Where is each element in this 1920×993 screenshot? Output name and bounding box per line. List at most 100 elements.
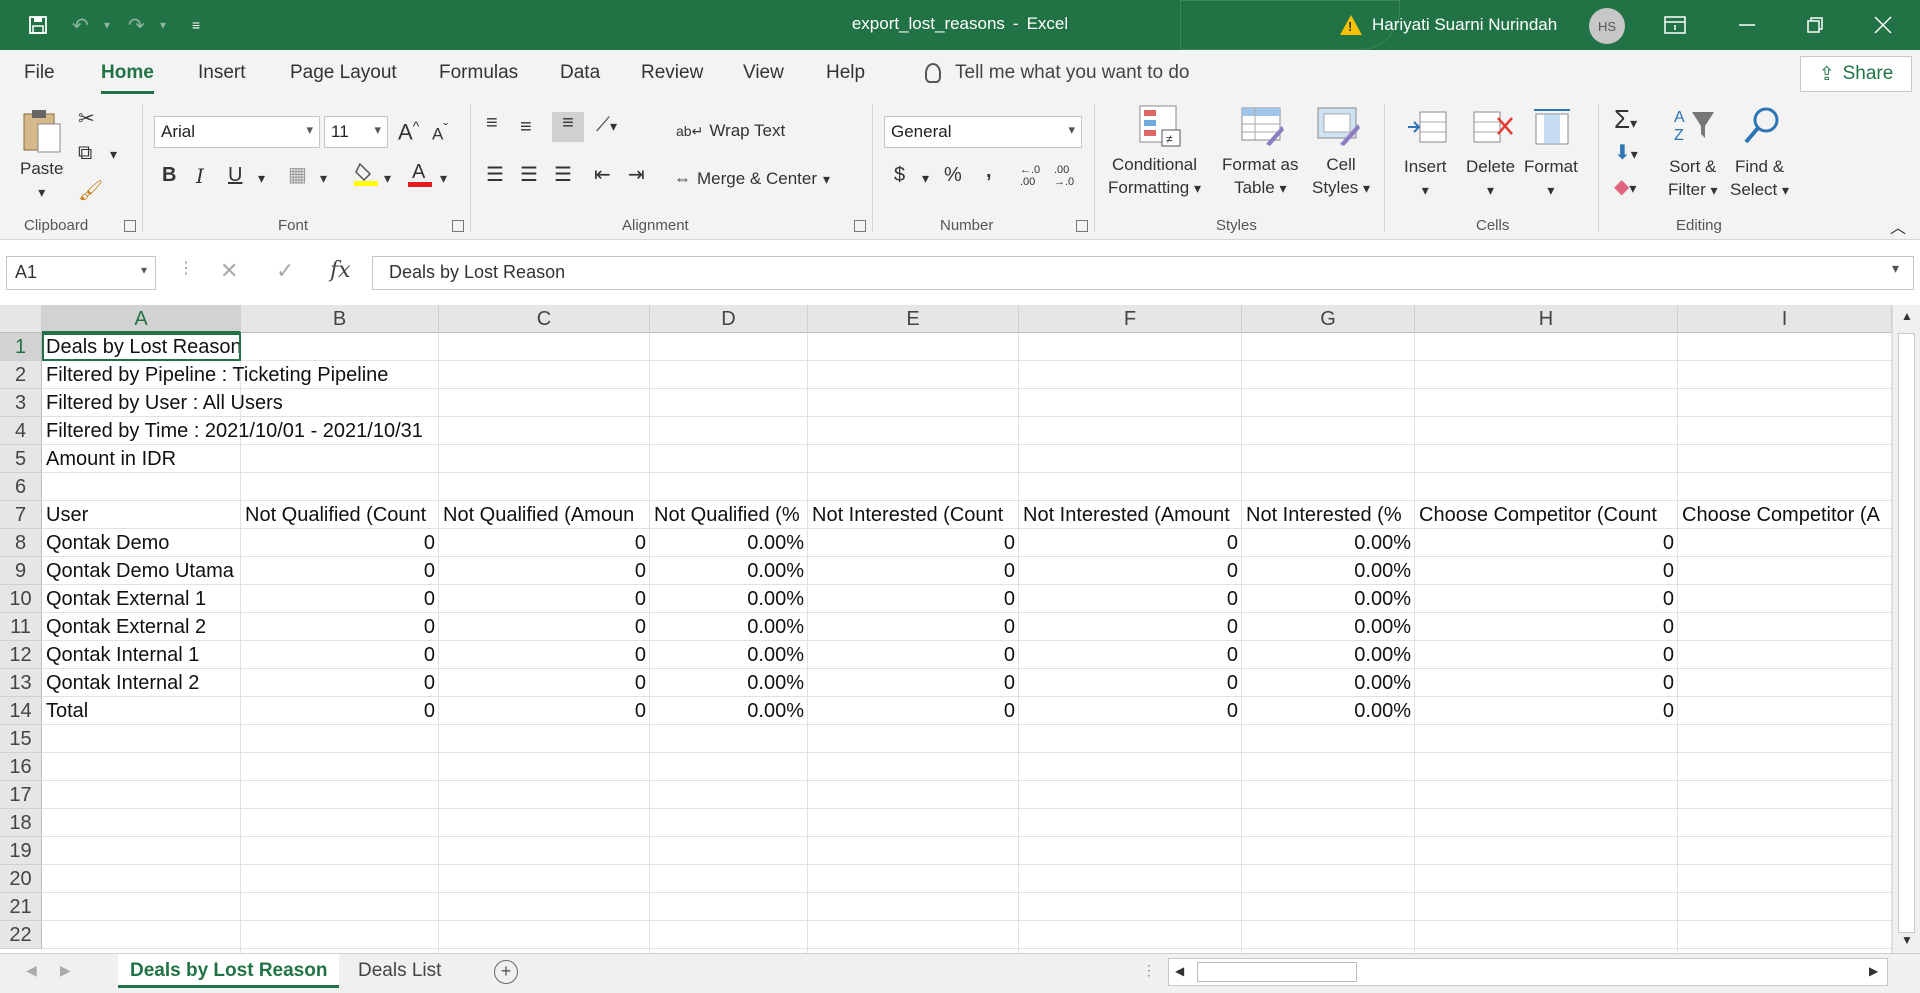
underline-dropdown-icon[interactable]: ▾ bbox=[258, 170, 265, 187]
cell-amount-note[interactable]: Amount in IDR bbox=[42, 445, 241, 473]
clear-icon[interactable]: ◆▾ bbox=[1614, 174, 1636, 199]
tab-data[interactable]: Data bbox=[560, 62, 600, 84]
cell-value[interactable]: 0 bbox=[1415, 669, 1678, 697]
cell-value[interactable]: 0 bbox=[808, 669, 1019, 697]
cell-value[interactable]: 0 bbox=[1019, 641, 1242, 669]
cell-column-header[interactable]: Not Qualified (Amoun bbox=[439, 501, 650, 529]
borders-dropdown-icon[interactable]: ▾ bbox=[320, 170, 327, 187]
cell-value[interactable]: 0 bbox=[1019, 529, 1242, 557]
row-header[interactable]: 8 bbox=[0, 529, 42, 557]
scroll-down-icon[interactable]: ▼ bbox=[1901, 933, 1913, 947]
row-header[interactable]: 15 bbox=[0, 725, 42, 753]
orientation-icon[interactable]: ⟋▾ bbox=[596, 114, 617, 137]
avatar[interactable]: HS bbox=[1589, 8, 1625, 44]
cell-value[interactable]: 0.00% bbox=[1242, 697, 1415, 725]
decrease-indent-icon[interactable]: ⇤ bbox=[594, 162, 611, 187]
minimize-icon[interactable] bbox=[1738, 12, 1756, 38]
cell-value[interactable]: 0.00% bbox=[1242, 557, 1415, 585]
middle-align-icon[interactable]: ≡ bbox=[520, 116, 532, 139]
tab-formulas[interactable]: Formulas bbox=[439, 62, 518, 84]
bottom-align-icon[interactable]: ≡ bbox=[552, 112, 584, 142]
row-header[interactable]: 18 bbox=[0, 809, 42, 837]
number-launcher-icon[interactable] bbox=[1076, 220, 1088, 232]
decrease-decimal-icon[interactable]: .00 →.0 bbox=[1054, 164, 1074, 188]
insert-cells-button[interactable]: Insert ▾ bbox=[1404, 156, 1447, 202]
formula-input[interactable]: Deals by Lost Reason bbox=[372, 256, 1914, 290]
row-header[interactable]: 5 bbox=[0, 445, 42, 473]
cell-column-header[interactable]: Not Interested (Count bbox=[808, 501, 1019, 529]
horizontal-scrollbar[interactable]: ◀ ▶ bbox=[1168, 958, 1888, 986]
sheet-tab-deals-list[interactable]: Deals List bbox=[346, 954, 453, 988]
cell-filter-time[interactable]: Filtered by Time : 2021/10/01 - 2021/10/… bbox=[42, 417, 423, 445]
cell-value[interactable]: 0 bbox=[1019, 669, 1242, 697]
ribbon-display-icon[interactable] bbox=[1664, 12, 1686, 38]
scroll-right-icon[interactable]: ▶ bbox=[1869, 964, 1878, 978]
cell-value[interactable]: 0 bbox=[439, 585, 650, 613]
currency-dropdown-icon[interactable]: ▾ bbox=[922, 170, 929, 187]
top-align-icon[interactable]: ≡ bbox=[486, 112, 498, 135]
cell-value[interactable]: 0 bbox=[808, 641, 1019, 669]
cell-value[interactable]: 0 bbox=[808, 697, 1019, 725]
cell-value[interactable]: 0 bbox=[1415, 641, 1678, 669]
row-header[interactable]: 4 bbox=[0, 417, 42, 445]
restore-icon[interactable] bbox=[1806, 12, 1824, 38]
cell-user-name[interactable]: Qontak Demo Utama bbox=[42, 557, 241, 585]
cell-value[interactable]: 0 bbox=[241, 641, 439, 669]
cell-value[interactable]: 0 bbox=[808, 613, 1019, 641]
cell-value[interactable]: 0 bbox=[439, 557, 650, 585]
cell-value[interactable]: 0 bbox=[439, 669, 650, 697]
cell-value[interactable]: 0 bbox=[1415, 557, 1678, 585]
format-cells-button[interactable]: Format ▾ bbox=[1524, 156, 1578, 202]
cell-value[interactable]: 0 bbox=[1415, 529, 1678, 557]
row-header[interactable]: 20 bbox=[0, 865, 42, 893]
cell-value[interactable]: 0 bbox=[241, 585, 439, 613]
select-all-corner[interactable] bbox=[0, 305, 42, 333]
worksheet-grid[interactable]: A B C D E F G H I 1 2 3 4 5 6 7 8 9 10 11 12 13 14 15 1… bbox=[0, 305, 1920, 953]
delete-cells-button[interactable]: Delete ▾ bbox=[1466, 156, 1515, 202]
cell-value[interactable]: 0 bbox=[1019, 585, 1242, 613]
column-header-f[interactable]: F bbox=[1019, 305, 1242, 333]
cell-value[interactable]: 0 bbox=[241, 613, 439, 641]
row-header[interactable]: 9 bbox=[0, 557, 42, 585]
row-header[interactable]: 12 bbox=[0, 641, 42, 669]
row-header[interactable]: 16 bbox=[0, 753, 42, 781]
cell-value[interactable]: 0 bbox=[241, 529, 439, 557]
cell-user-name[interactable]: Qontak External 2 bbox=[42, 613, 241, 641]
cell-value[interactable]: 0.00% bbox=[1242, 529, 1415, 557]
increase-indent-icon[interactable]: ⇥ bbox=[628, 162, 645, 187]
cell-value[interactable]: 0 bbox=[241, 697, 439, 725]
fill-color-dropdown-icon[interactable]: ▾ bbox=[384, 170, 391, 187]
column-header-b[interactable]: B bbox=[241, 305, 439, 333]
row-header[interactable]: 19 bbox=[0, 837, 42, 865]
vertical-scroll-thumb[interactable] bbox=[1898, 333, 1915, 933]
next-sheet-icon[interactable]: ▶ bbox=[60, 962, 71, 979]
column-header-i[interactable]: I bbox=[1678, 305, 1892, 333]
cell-user-name[interactable]: Qontak Internal 1 bbox=[42, 641, 241, 669]
cell-value[interactable]: 0.00% bbox=[650, 669, 808, 697]
cell-value[interactable]: 0.00% bbox=[650, 557, 808, 585]
format-as-table-button[interactable]: Format as Table ▾ bbox=[1222, 154, 1299, 200]
merge-center-button[interactable]: ⇔ Merge & Center ▾ bbox=[674, 168, 830, 191]
font-color-dropdown-icon[interactable]: ▾ bbox=[440, 170, 447, 187]
row-header[interactable]: 2 bbox=[0, 361, 42, 389]
cell-value[interactable]: 0 bbox=[241, 669, 439, 697]
add-sheet-button[interactable]: + bbox=[494, 960, 518, 984]
enter-icon[interactable]: ✓ bbox=[276, 258, 294, 284]
tab-file[interactable]: File bbox=[24, 62, 55, 84]
currency-button[interactable]: $ bbox=[894, 164, 905, 187]
cell-column-header[interactable]: Not Qualified (% bbox=[650, 501, 808, 529]
row-header[interactable]: 7 bbox=[0, 501, 42, 529]
underline-button[interactable]: U bbox=[228, 164, 242, 187]
cell-user-name[interactable]: Qontak Demo bbox=[42, 529, 241, 557]
cell-value[interactable]: 0.00% bbox=[650, 641, 808, 669]
cell-value[interactable]: 0 bbox=[808, 585, 1019, 613]
column-header-c[interactable]: C bbox=[439, 305, 650, 333]
row-header[interactable]: 22 bbox=[0, 921, 42, 949]
cell-value[interactable]: 0.00% bbox=[650, 585, 808, 613]
cell-user-name[interactable]: Qontak Internal 2 bbox=[42, 669, 241, 697]
increase-decimal-icon[interactable]: ←.0.00 bbox=[1020, 164, 1040, 188]
cell-value[interactable]: 0 bbox=[439, 529, 650, 557]
tab-splitter-icon[interactable]: ⋮ bbox=[1142, 962, 1156, 979]
cell-column-header[interactable]: User bbox=[42, 501, 241, 529]
sort-filter-button[interactable]: Sort & Filter ▾ bbox=[1668, 156, 1718, 202]
